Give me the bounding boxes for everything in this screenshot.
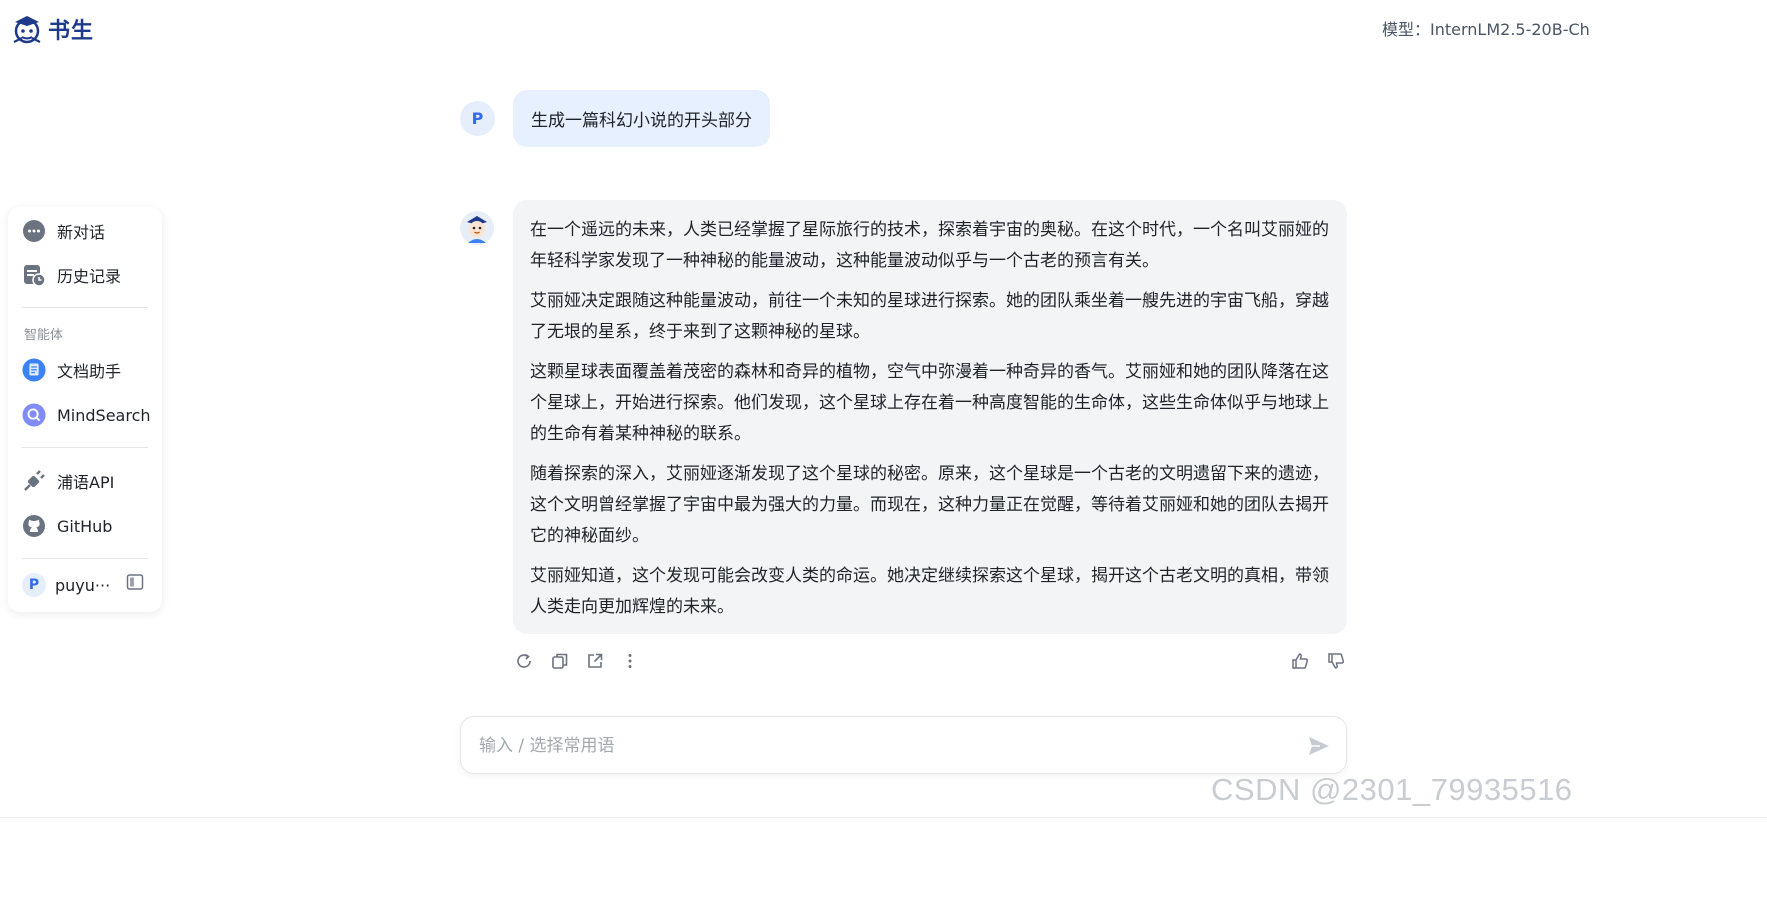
divider: [22, 447, 148, 448]
sidebar-item-label: 新对话: [57, 223, 106, 242]
assistant-paragraph: 艾丽娅知道，这个发现可能会改变人类的命运。她决定继续探索这个星球，揭开这个古老文…: [530, 566, 1329, 617]
github-icon: [22, 514, 46, 538]
sidebar-item-new-chat[interactable]: 新对话: [22, 219, 105, 243]
sidebar-item-doc-assistant[interactable]: 文档助手: [22, 358, 121, 382]
history-icon: [22, 263, 46, 287]
sidebar-item-label: 浦语API: [57, 473, 115, 492]
section-title-agents: 智能体: [24, 328, 64, 343]
more-icon[interactable]: [619, 650, 641, 672]
user-message: 生成一篇科幻小说的开头部分: [513, 90, 770, 147]
page: 书生 模型：InternLM2.5-20B-Ch 新对话 历史记录 智能体 文档…: [0, 0, 1767, 922]
plug-icon: [22, 469, 46, 493]
copy-icon[interactable]: [549, 650, 571, 672]
share-icon[interactable]: [584, 650, 606, 672]
divider: [22, 307, 148, 308]
app-logo[interactable]: 书生: [10, 12, 94, 46]
scholar-logo-icon: [13, 16, 41, 44]
divider: [0, 817, 1767, 818]
chat-input[interactable]: [479, 731, 1279, 761]
document-assistant-icon: [22, 358, 46, 382]
assistant-avatar: [459, 210, 495, 246]
sidebar-item-mindsearch[interactable]: MindSearch: [22, 403, 151, 427]
model-selector[interactable]: 模型：InternLM2.5-20B-Ch: [1382, 16, 1590, 40]
sidebar: 新对话 历史记录 智能体 文档助手 MindSearch 浦语API GitHu…: [8, 207, 162, 612]
chat-bubble-icon: [22, 219, 46, 243]
user-name: puyu···: [55, 575, 111, 595]
regenerate-icon[interactable]: [513, 650, 535, 672]
csdn-watermark: CSDN @2301_79935516: [1211, 772, 1573, 807]
avatar: P: [22, 573, 46, 597]
assistant-message: 在一个遥远的未来，人类已经掌握了星际旅行的技术，探索着宇宙的奥秘。在这个时代，一…: [513, 200, 1347, 634]
assistant-paragraph: 在一个遥远的未来，人类已经掌握了星际旅行的技术，探索着宇宙的奥秘。在这个时代，一…: [530, 220, 1329, 271]
user-profile[interactable]: P puyu···: [22, 573, 110, 597]
thumbs-up-icon[interactable]: [1289, 650, 1311, 672]
send-icon[interactable]: [1307, 734, 1331, 762]
sidebar-item-label: MindSearch: [57, 405, 151, 425]
divider: [22, 558, 148, 559]
sidebar-item-github[interactable]: GitHub: [22, 514, 112, 538]
sidebar-item-label: 文档助手: [57, 362, 122, 381]
sidebar-item-label: 历史记录: [57, 267, 122, 286]
chat-input-box: [460, 716, 1347, 774]
mindsearch-icon: [22, 403, 46, 427]
collapse-sidebar-icon[interactable]: [126, 573, 144, 595]
user-avatar: P: [460, 101, 495, 136]
sidebar-item-history[interactable]: 历史记录: [22, 263, 121, 287]
logo-text: 书生: [48, 19, 95, 44]
assistant-paragraph: 这颗星球表面覆盖着茂密的森林和奇异的植物，空气中弥漫着一种奇异的香气。艾丽娅和她…: [530, 362, 1329, 444]
assistant-paragraph: 艾丽娅决定跟随这种能量波动，前往一个未知的星球进行探索。她的团队乘坐着一艘先进的…: [530, 291, 1329, 342]
sidebar-item-puyu-api[interactable]: 浦语API: [22, 469, 114, 493]
assistant-paragraph: 随着探索的深入，艾丽娅逐渐发现了这个星球的秘密。原来，这个星球是一个古老的文明遗…: [530, 464, 1329, 546]
sidebar-item-label: GitHub: [57, 516, 113, 536]
thumbs-down-icon[interactable]: [1325, 650, 1347, 672]
